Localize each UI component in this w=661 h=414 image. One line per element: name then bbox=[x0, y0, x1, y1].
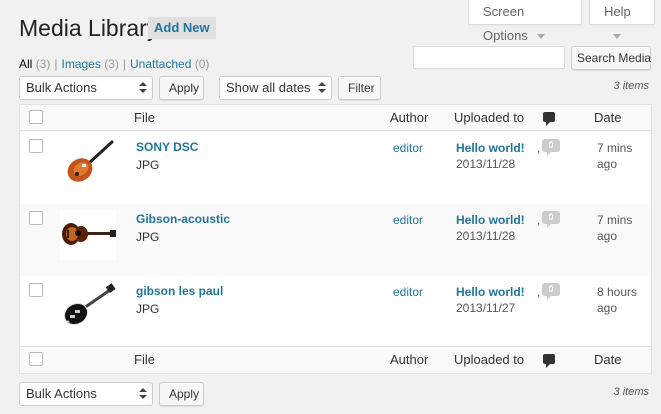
view-filters: All (3) | Images (3) | Unattached (0) bbox=[19, 57, 209, 71]
column-date[interactable]: Date bbox=[594, 352, 621, 367]
table-row: SONY DSC JPG editor Hello world!, 2013/1… bbox=[20, 132, 651, 204]
filter-separator: | bbox=[122, 57, 126, 71]
column-file[interactable]: File bbox=[134, 352, 155, 367]
chevron-down-icon bbox=[536, 34, 545, 40]
filter-button[interactable]: Filter bbox=[338, 76, 381, 100]
upload-date: 2013/11/28 bbox=[456, 157, 516, 171]
row-checkbox[interactable] bbox=[29, 211, 43, 225]
media-table: File Author Uploaded to Date SONY DSC JP… bbox=[19, 104, 652, 374]
date-line-1: 8 hours bbox=[597, 285, 638, 299]
comments-column-icon[interactable] bbox=[543, 112, 555, 126]
select-arrows-icon bbox=[139, 388, 147, 400]
date-line-2: ago bbox=[597, 157, 618, 171]
select-arrows-icon bbox=[139, 82, 147, 94]
row-checkbox[interactable] bbox=[29, 139, 43, 153]
file-type: JPG bbox=[136, 158, 160, 172]
filter-images-count: (3) bbox=[104, 57, 119, 71]
file-type: JPG bbox=[136, 230, 160, 244]
bulk-actions-select-bottom[interactable]: Bulk Actions bbox=[19, 382, 153, 406]
file-name-link[interactable]: Gibson-acoustic bbox=[136, 212, 230, 226]
file-type: JPG bbox=[136, 302, 160, 316]
select-arrows-icon bbox=[318, 82, 326, 94]
table-header: File Author Uploaded to Date bbox=[20, 105, 651, 131]
bulk-actions-select[interactable]: Bulk Actions bbox=[19, 76, 153, 100]
upload-date: 2013/11/28 bbox=[456, 229, 516, 243]
help-tab[interactable]: Help bbox=[589, 0, 655, 40]
column-file[interactable]: File bbox=[134, 110, 155, 125]
comment-count-bubble[interactable]: 0 bbox=[542, 283, 560, 300]
upload-date: 2013/11/27 bbox=[456, 301, 516, 315]
file-name-link[interactable]: SONY DSC bbox=[136, 140, 198, 154]
filter-all-count: (3) bbox=[35, 57, 51, 71]
apply-button[interactable]: Apply bbox=[159, 76, 204, 100]
date-cell: 7 mins ago bbox=[597, 140, 647, 172]
uploaded-to-link[interactable]: Hello world! bbox=[456, 141, 525, 155]
apply-button-bottom[interactable]: Apply bbox=[159, 382, 204, 406]
table-row: gibson les paul JPG editor Hello world!,… bbox=[20, 276, 651, 348]
date-line-1: 7 mins bbox=[597, 141, 633, 155]
filter-unattached[interactable]: Unattached bbox=[130, 57, 191, 71]
date-line-1: 7 mins bbox=[597, 213, 633, 227]
column-uploaded-to[interactable]: Uploaded to bbox=[454, 352, 524, 367]
electric-hollow-guitar-thumbnail[interactable] bbox=[60, 138, 116, 188]
items-count: 3 items bbox=[613, 80, 649, 92]
author-link[interactable]: editor bbox=[393, 213, 423, 227]
comments-column-icon[interactable] bbox=[543, 354, 555, 368]
dates-value: Show all dates bbox=[226, 80, 311, 95]
uploaded-to-link[interactable]: Hello world! bbox=[456, 213, 525, 227]
les-paul-guitar-thumbnail[interactable] bbox=[60, 282, 116, 332]
bulk-actions-value: Bulk Actions bbox=[26, 386, 97, 401]
items-count-bottom: 3 items bbox=[613, 386, 649, 398]
date-line-2: ago bbox=[597, 229, 618, 243]
uploaded-to-comma: , bbox=[537, 285, 541, 299]
dates-select[interactable]: Show all dates bbox=[219, 76, 332, 100]
select-all-checkbox[interactable] bbox=[29, 352, 43, 366]
column-author: Author bbox=[390, 352, 429, 367]
column-date[interactable]: Date bbox=[594, 110, 621, 125]
filter-separator: | bbox=[54, 57, 58, 71]
file-name-link[interactable]: gibson les paul bbox=[136, 284, 223, 298]
uploaded-to-comma: , bbox=[537, 213, 541, 227]
help-label: Help bbox=[604, 4, 631, 19]
search-input[interactable] bbox=[413, 46, 565, 69]
uploaded-to-comma: , bbox=[537, 141, 541, 155]
screen-options-label: Screen Options bbox=[483, 4, 528, 43]
select-all-checkbox[interactable] bbox=[29, 110, 43, 124]
author-link[interactable]: editor bbox=[393, 141, 423, 155]
date-cell: 7 mins ago bbox=[597, 212, 647, 244]
uploaded-to-link[interactable]: Hello world! bbox=[456, 285, 525, 299]
date-cell: 8 hours ago bbox=[597, 284, 647, 316]
author-link[interactable]: editor bbox=[393, 285, 423, 299]
comment-count-bubble[interactable]: 0 bbox=[542, 211, 560, 228]
filter-unattached-count: (0) bbox=[194, 57, 210, 71]
row-checkbox[interactable] bbox=[29, 283, 43, 297]
bulk-actions-value: Bulk Actions bbox=[26, 80, 97, 95]
search-media-button[interactable]: Search Media bbox=[571, 46, 651, 70]
chevron-down-icon bbox=[613, 34, 621, 40]
comment-count-bubble[interactable]: 0 bbox=[542, 139, 560, 156]
filter-images[interactable]: Images bbox=[61, 57, 100, 71]
date-line-2: ago bbox=[597, 301, 618, 315]
page-title: Media Library bbox=[19, 15, 159, 41]
table-row: Gibson-acoustic JPG editor Hello world!,… bbox=[20, 204, 651, 276]
table-footer: File Author Uploaded to Date bbox=[20, 346, 651, 372]
acoustic-guitar-thumbnail[interactable] bbox=[60, 210, 116, 260]
column-author: Author bbox=[390, 110, 429, 125]
column-uploaded-to[interactable]: Uploaded to bbox=[454, 110, 524, 125]
add-new-button[interactable]: Add New bbox=[148, 17, 216, 39]
screen-options-tab[interactable]: Screen Options bbox=[468, 0, 582, 43]
filter-all[interactable]: All bbox=[19, 57, 32, 71]
